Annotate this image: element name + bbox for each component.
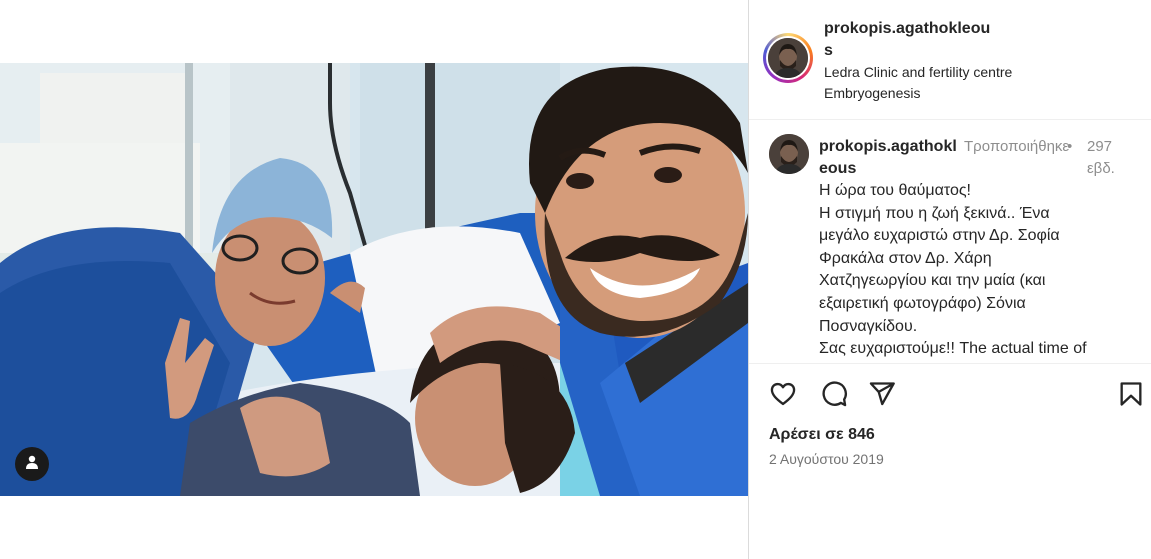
caption-line: Η ώρα του θαύματος!	[819, 182, 971, 199]
author-username[interactable]: prokopis.agathokleous	[824, 18, 994, 62]
author-avatar[interactable]	[768, 38, 808, 78]
story-ring[interactable]	[763, 33, 813, 83]
caption-line: εξαιρετική φωτογράφο) Σόνια	[819, 294, 1026, 312]
location-line-2[interactable]: Embryogenesis	[824, 83, 1012, 104]
post-header: prokopis.agathokleous Ledra Clinic and f…	[749, 0, 1151, 120]
bookmark-icon	[1117, 380, 1145, 413]
hospital-selfie-photo	[0, 63, 748, 496]
save-button[interactable]	[1115, 380, 1147, 412]
like-button[interactable]	[767, 380, 799, 412]
caption-comment: prokopis.agathokleous Τροποποιήθηκε • 29…	[749, 120, 1151, 363]
edited-label: Τροποποιήθηκε	[964, 138, 1070, 155]
post-date[interactable]: 2 Αυγούστου 2019	[769, 449, 884, 469]
caption-text: Η ώρα του θαύματος! Η στιγμή που η ζωή ξ…	[819, 180, 1129, 361]
likes-count[interactable]: Αρέσει σε 846	[769, 424, 875, 446]
post-side-panel: prokopis.agathokleous Ledra Clinic and f…	[749, 0, 1151, 559]
comment-icon	[820, 380, 848, 413]
caption-line: Σας ευχαριστούμε!! The actual time of	[819, 340, 1087, 358]
user-tag-icon	[24, 454, 40, 475]
meta-separator: •	[1067, 138, 1073, 155]
caption-line: μεγάλο ευχαριστώ στην Δρ. Σοφία	[819, 227, 1060, 245]
caption-username[interactable]: prokopis.agathokleous	[819, 136, 961, 180]
share-button[interactable]	[866, 380, 898, 412]
caption-time-ago[interactable]: 297 εβδ.	[1087, 136, 1127, 180]
caption-author-avatar[interactable]	[769, 134, 809, 174]
user-tags-button[interactable]	[15, 447, 49, 481]
caption-line: Χατζηγεωργίου και την μαία (και	[819, 272, 1046, 290]
paper-plane-icon	[868, 380, 896, 413]
post-location[interactable]: Ledra Clinic and fertility centre Embryo…	[824, 62, 1012, 104]
post-photo[interactable]	[0, 63, 748, 496]
heart-icon	[769, 380, 797, 413]
post-media-area	[0, 0, 748, 559]
comment-button[interactable]	[818, 380, 850, 412]
actions-divider	[749, 363, 1151, 364]
post-actions-bar	[749, 380, 1151, 416]
caption-line: Η στιγμή που η ζωή ξεκινά.. Ένα	[819, 204, 1050, 222]
location-line-1[interactable]: Ledra Clinic and fertility centre	[824, 62, 1012, 83]
caption-line: Φρακάλα στον Δρ. Χάρη	[819, 249, 992, 267]
caption-line: Ποσναγκίδου.	[819, 317, 918, 335]
